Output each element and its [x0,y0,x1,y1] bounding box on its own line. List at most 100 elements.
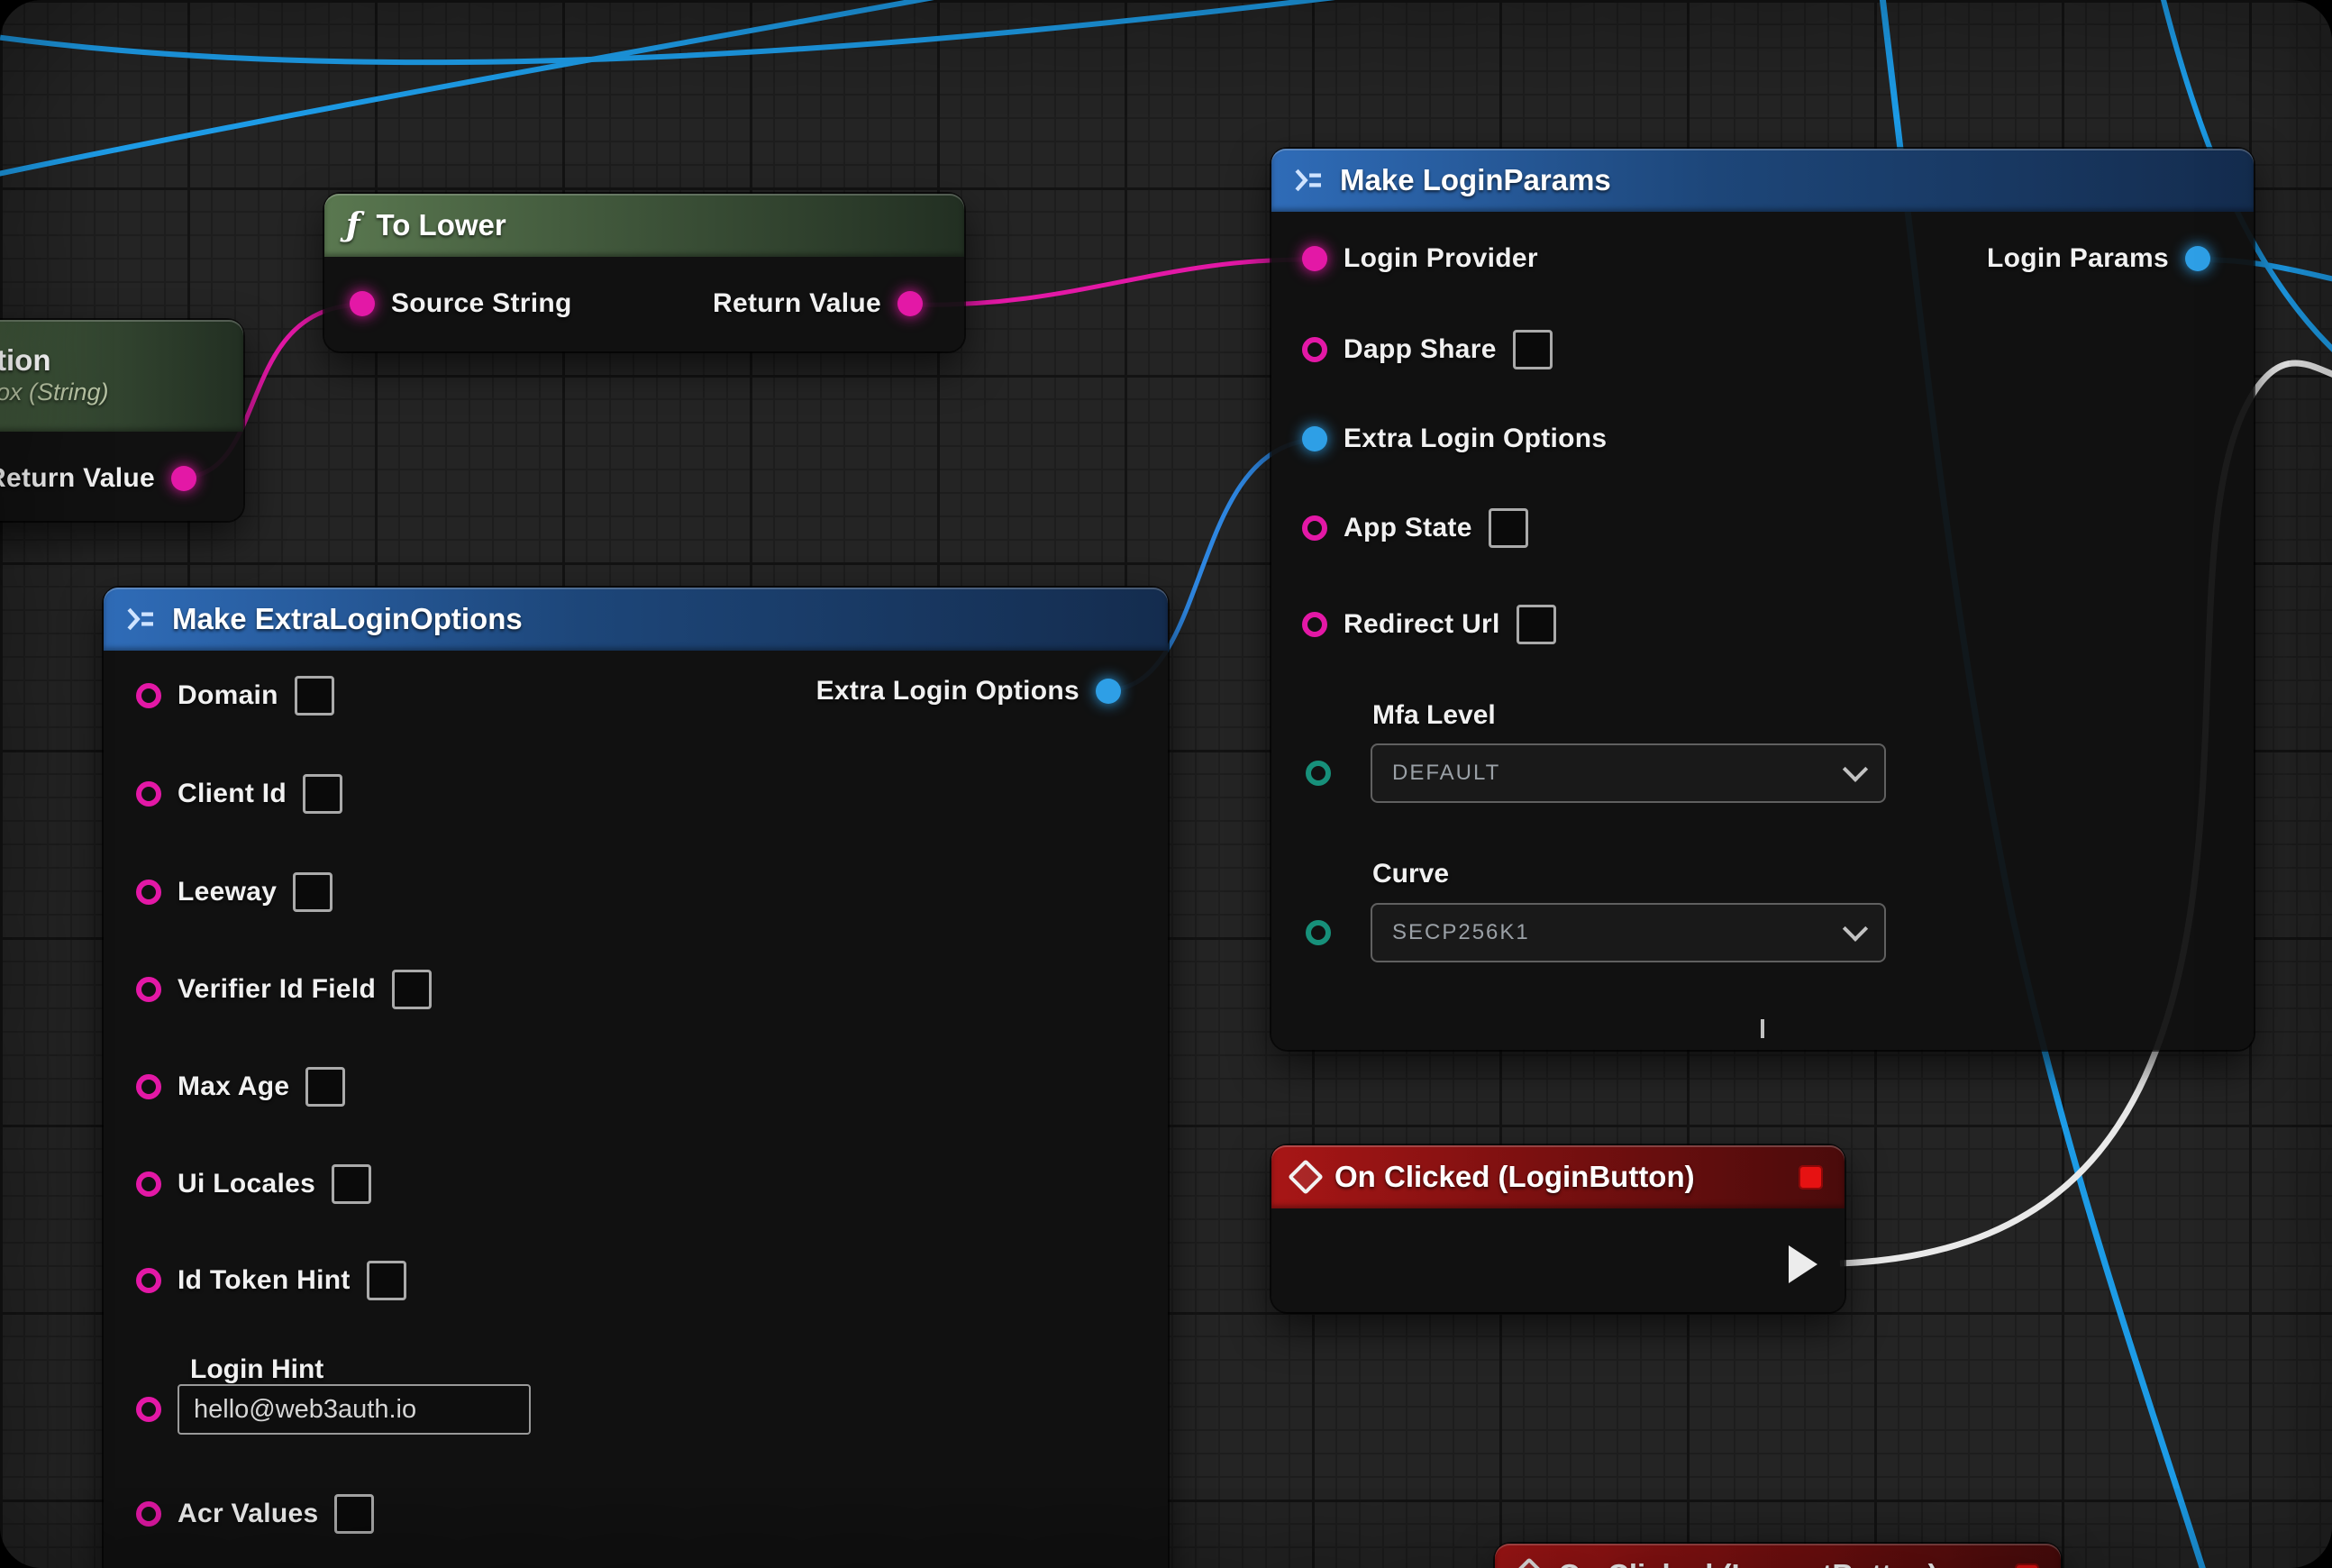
checkbox-dapp-share[interactable] [1513,330,1553,369]
checkbox-ui-locales[interactable] [332,1164,371,1204]
pin-acr-values[interactable] [136,1501,161,1527]
node-partial-title-fragment: tion [0,345,50,377]
node-on-clicked-logout-header[interactable]: On Clicked (LogoutButton) [1495,1544,2061,1568]
delegate-pin-icon[interactable] [2015,1563,2039,1568]
node-make-login-params[interactable]: Make LoginParams Login Provider Login Pa… [1271,149,2254,1050]
pin-row-login-params-output: Login Params [1987,243,2210,274]
pin-row-dapp-share: Dapp Share [1302,330,1553,369]
pin-leeway[interactable] [136,880,161,905]
mfa-level-value: DEFAULT [1392,761,1500,786]
pin-label-verifier-id-field: Verifier Id Field [178,974,376,1005]
node-to-lower[interactable]: ƒ To Lower Source String Return Value [324,194,964,351]
pin-domain[interactable] [136,683,161,708]
pin-id-token-hint[interactable] [136,1268,161,1293]
pin-row-source-string: Source String [350,288,572,319]
pin-row-extra-login-options-output: Extra Login Options [816,676,1121,707]
pin-verifier-id-field[interactable] [136,977,161,1002]
chevron-down-icon [1843,757,1868,782]
pin-extra-login-options-input[interactable] [1302,426,1327,451]
pin-label-ui-locales: Ui Locales [178,1169,315,1199]
checkbox-id-token-hint[interactable] [367,1261,406,1300]
pin-login-hint[interactable] [136,1397,161,1422]
pin-row-leeway: Leeway [136,872,332,912]
pin-source-string[interactable] [350,291,375,316]
pin-tolower-return-output[interactable] [897,291,923,316]
chevron-down-icon [1843,916,1868,942]
checkbox-app-state[interactable] [1489,508,1528,548]
pin-label-max-age: Max Age [178,1071,289,1102]
pin-label-id-token-hint: Id Token Hint [178,1265,351,1296]
pin-row-verifier-id-field: Verifier Id Field [136,970,432,1009]
node-on-clicked-logout-title: On Clicked (LogoutButton) [1558,1558,1938,1568]
node-make-extra-login-options-header[interactable]: Make ExtraLoginOptions [104,588,1168,651]
node-to-lower-header[interactable]: ƒ To Lower [324,194,964,257]
pin-label-app-state: App State [1344,513,1472,543]
pin-row-redirect-url: Redirect Url [1302,605,1556,644]
checkbox-domain[interactable] [295,676,334,716]
checkbox-client-id[interactable] [303,774,342,814]
pin-max-age[interactable] [136,1074,161,1099]
pin-row-partial-return-value: Return Value [0,463,196,494]
checkbox-acr-values[interactable] [334,1494,374,1534]
pin-extra-login-options-output[interactable] [1096,679,1121,704]
event-diamond-icon [1511,1557,1547,1568]
node-make-extra-login-options[interactable]: Make ExtraLoginOptions Extra Login Optio… [104,588,1168,1568]
mfa-level-dropdown[interactable]: DEFAULT [1371,743,1886,803]
pin-label-extra-login-options-output: Extra Login Options [816,676,1079,707]
make-struct-icon [125,606,156,632]
pin-row-id-token-hint: Id Token Hint [136,1261,406,1300]
pin-return-value-output[interactable] [171,466,196,491]
pin-label-dapp-share: Dapp Share [1344,334,1497,365]
pin-row-domain: Domain [136,676,334,716]
pin-ui-locales[interactable] [136,1171,161,1197]
pin-row-extra-login-options-input: Extra Login Options [1302,424,1607,454]
exec-output-pin[interactable] [1789,1245,1817,1283]
pin-row-mfa-level [1306,761,1331,786]
pin-label-login-provider: Login Provider [1344,243,1538,274]
checkbox-redirect-url[interactable] [1517,605,1556,644]
curve-dropdown[interactable]: SECP256K1 [1371,903,1886,962]
pin-login-params-output[interactable] [2185,246,2210,271]
pin-app-state[interactable] [1302,515,1327,541]
pin-row-max-age: Max Age [136,1067,345,1107]
checkbox-leeway[interactable] [293,872,332,912]
node-on-clicked-login-title: On Clicked (LoginButton) [1335,1160,1695,1194]
pin-client-id[interactable] [136,781,161,807]
delegate-pin-icon[interactable] [1799,1165,1823,1190]
pin-dapp-share[interactable] [1302,337,1327,362]
pin-label-return-value: Return Value [0,463,155,494]
checkbox-verifier-id-field[interactable] [392,970,432,1009]
node-on-clicked-logout-button[interactable]: On Clicked (LogoutButton) [1495,1544,2061,1568]
node-on-clicked-login-header[interactable]: On Clicked (LoginButton) [1271,1145,1845,1208]
chevron-up-icon [1761,1019,1764,1038]
node-partial-string-function[interactable]: tion ox (String) Return Value [0,320,243,521]
pin-row-acr-values: Acr Values [136,1494,374,1534]
node-on-clicked-login-button[interactable]: On Clicked (LoginButton) [1271,1145,1845,1312]
pin-label-login-hint: Login Hint [190,1354,323,1385]
wire-tolower-to-loginprovider [912,260,1314,305]
checkbox-max-age[interactable] [305,1067,345,1107]
pin-row-login-hint [136,1384,531,1435]
make-struct-icon [1293,168,1324,193]
pin-row-client-id: Client Id [136,774,342,814]
node-make-login-params-header[interactable]: Make LoginParams [1271,149,2254,212]
node-to-lower-title: To Lower [377,208,506,242]
pin-row-app-state: App State [1302,508,1528,548]
pin-curve[interactable] [1306,920,1331,945]
wire-background-blue-1 [0,0,978,176]
pin-mfa-level[interactable] [1306,761,1331,786]
pin-login-provider[interactable] [1302,246,1327,271]
pin-label-login-params-output: Login Params [1987,243,2169,274]
curve-value: SECP256K1 [1392,920,1530,945]
pin-label-leeway: Leeway [178,877,277,907]
blueprint-graph-canvas[interactable]: tion ox (String) Return Value ƒ To Lower… [0,0,2332,1568]
node-partial-header[interactable]: tion ox (String) [0,320,243,432]
pin-label-client-id: Client Id [178,779,287,809]
pin-label-acr-values: Acr Values [178,1499,318,1529]
event-diamond-icon [1288,1159,1324,1195]
node-collapse-toggle[interactable] [1761,1019,1764,1035]
login-hint-input[interactable] [178,1384,531,1435]
pin-label-extra-login-options-input: Extra Login Options [1344,424,1607,454]
function-icon: ƒ [346,206,360,244]
pin-redirect-url[interactable] [1302,612,1327,637]
